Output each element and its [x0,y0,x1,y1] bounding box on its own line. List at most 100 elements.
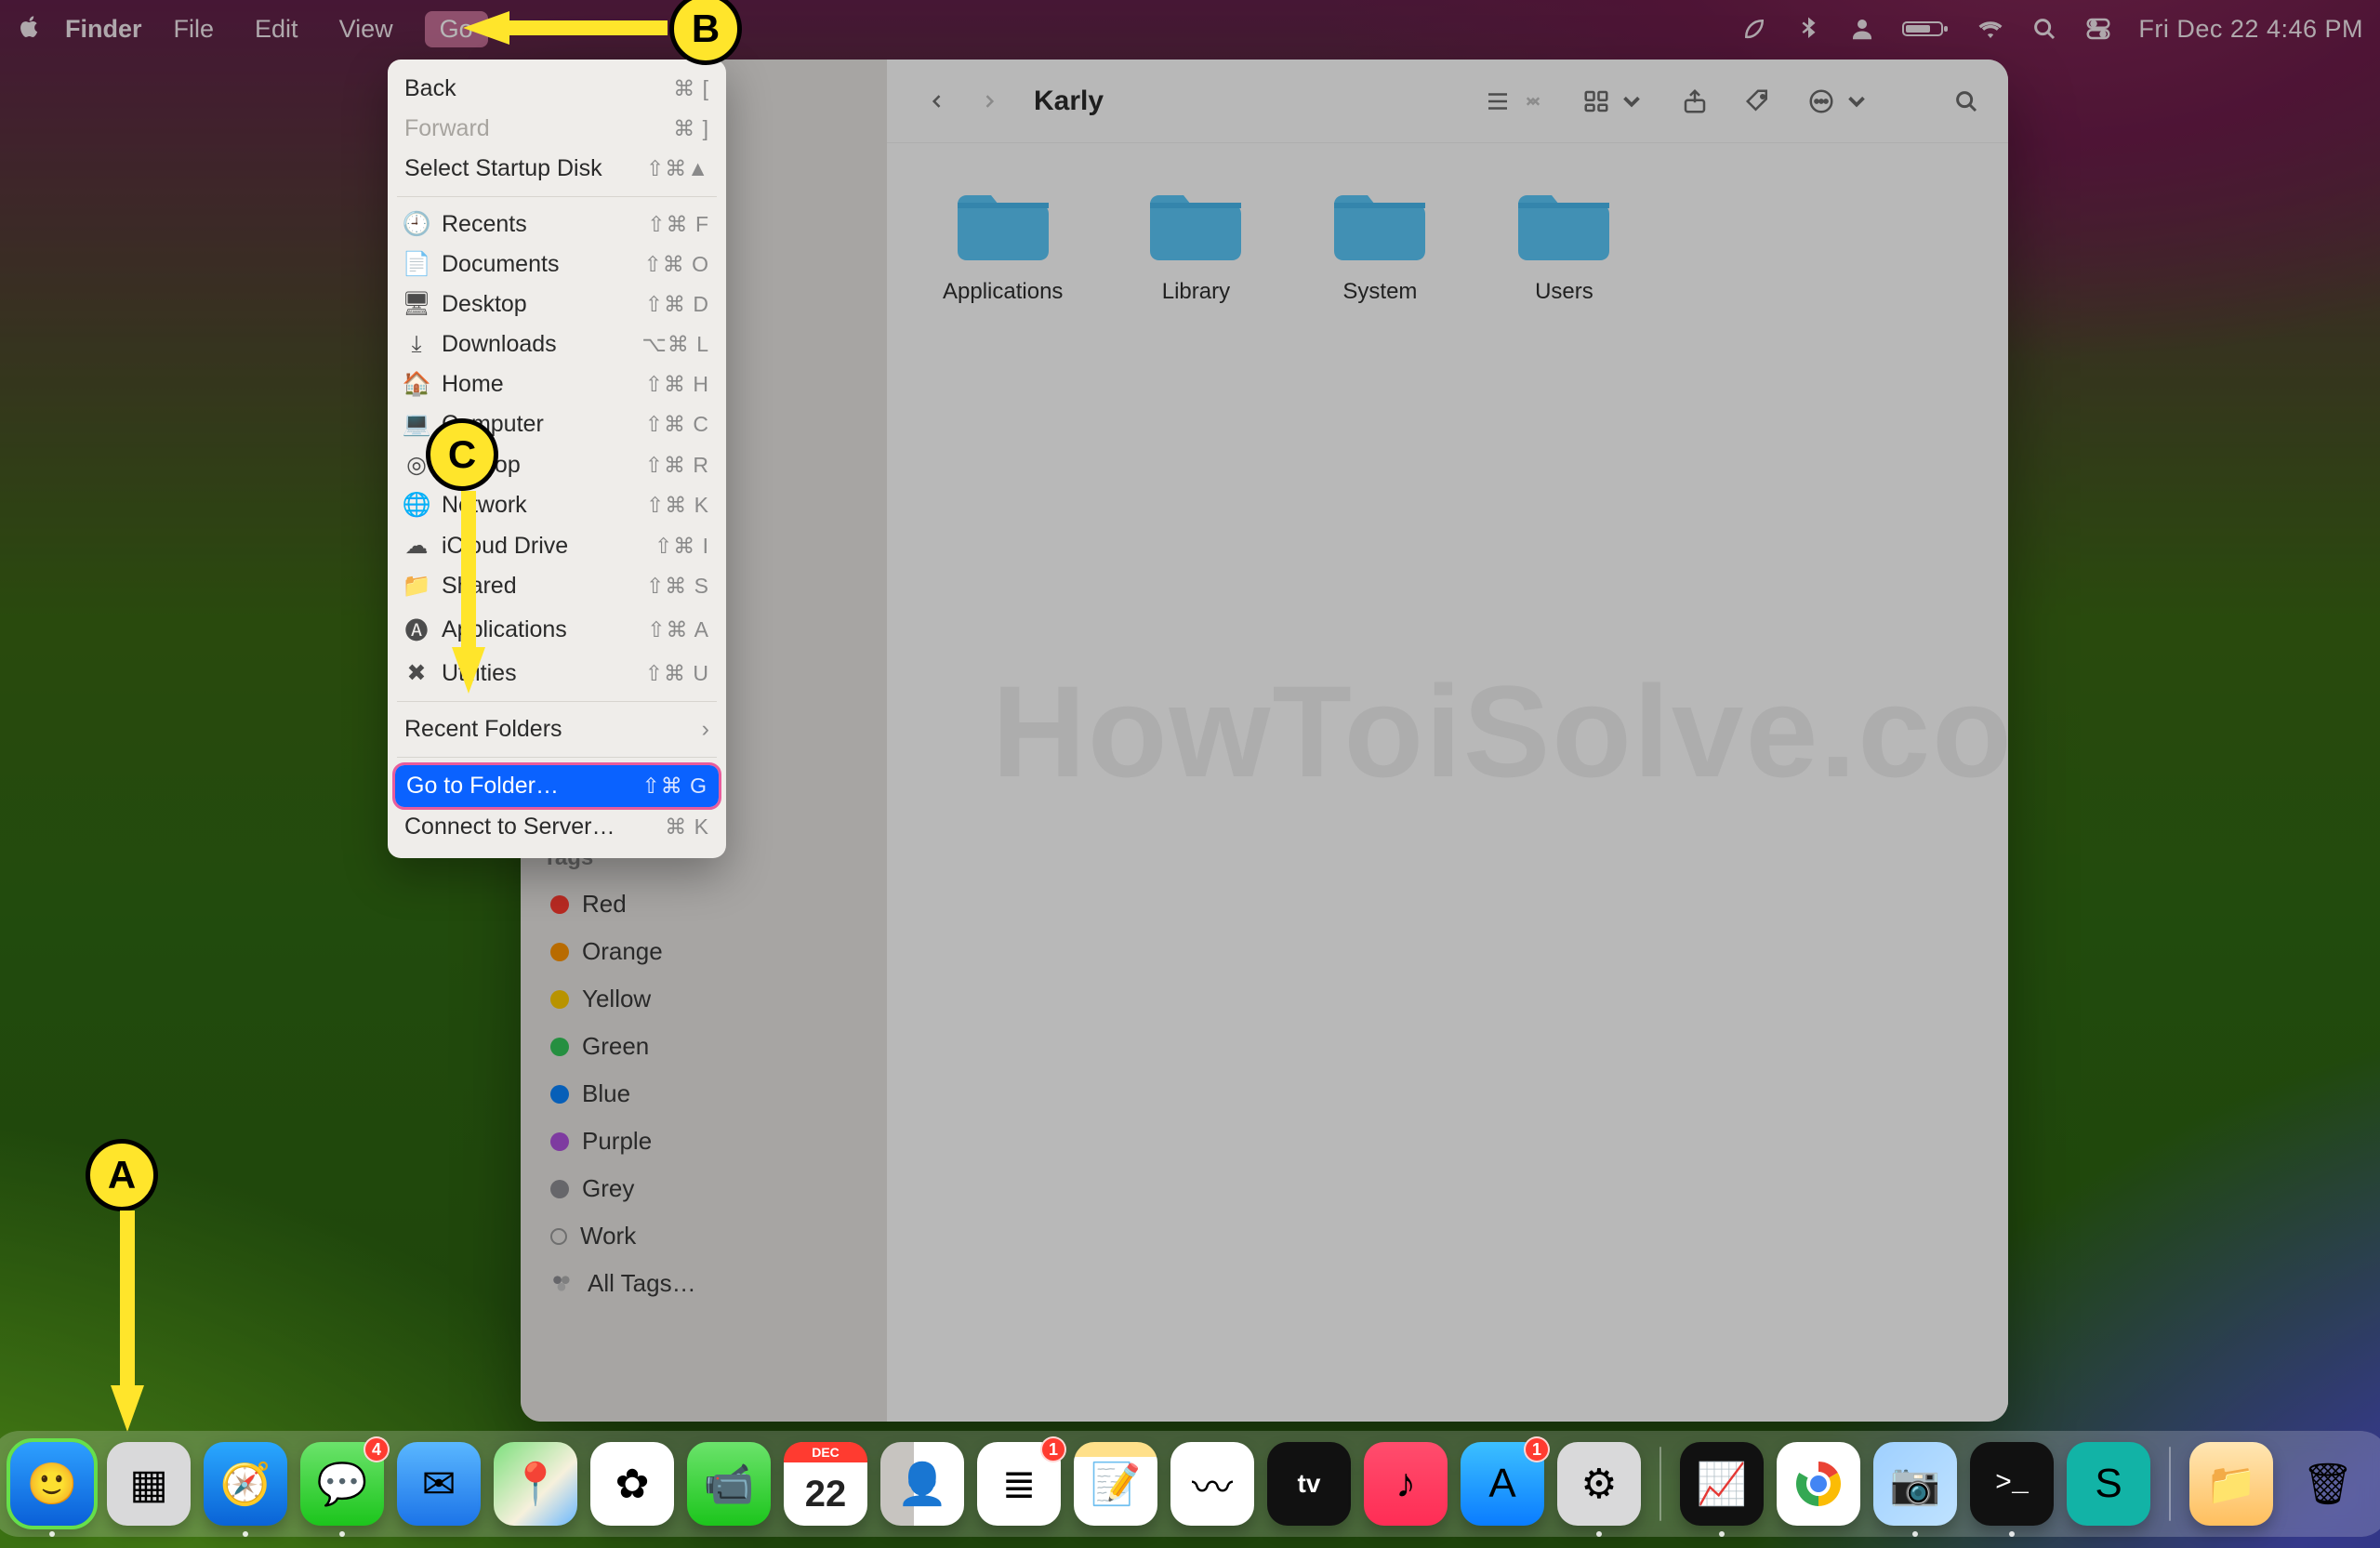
tag-label: Yellow [582,985,651,1013]
tag-work[interactable]: Work [543,1212,870,1260]
dock-app-app-store[interactable]: A1 [1461,1442,1544,1526]
menu-recents[interactable]: 🕘Recents⇧⌘ F [388,205,726,245]
tag-orange[interactable]: Orange [543,928,870,975]
dock-app-tv[interactable]: tv [1267,1442,1351,1526]
view-list-button[interactable] [1484,87,1547,115]
dock-app-trash[interactable]: 🗑 [2286,1442,2370,1526]
dock-app-terminal[interactable]: >_ [1970,1442,2054,1526]
dock-app-activity-monitor[interactable]: 📈 [1680,1442,1764,1526]
dock-app-notes[interactable]: 📝 [1074,1442,1157,1526]
tag-label: Orange [582,937,663,966]
menu-recent-folders[interactable]: Recent Folders› [388,709,726,749]
tag-green[interactable]: Green [543,1023,870,1070]
folder-icon [1329,186,1431,266]
nav-forward-button[interactable] [967,79,1012,124]
dock-app-downloads[interactable]: 📁 [2189,1442,2273,1526]
folder-label: Users [1535,279,1593,305]
menu-startup-disk[interactable]: Select Startup Disk⇧⌘▲ [388,149,726,189]
dock-app-photos[interactable]: ✿ [590,1442,674,1526]
wifi-icon[interactable] [1977,15,2004,43]
desktop-icon: 🖥 [404,291,429,318]
leaf-icon[interactable] [1740,15,1768,43]
finder-toolbar: Karly [887,60,2008,143]
apple-menu-icon[interactable] [17,14,43,45]
downloads-icon: ⤓ [404,331,429,358]
nav-back-button[interactable] [915,79,959,124]
search-button[interactable] [1952,87,1980,115]
dock-app-chrome[interactable] [1777,1442,1860,1526]
tag-yellow[interactable]: Yellow [543,975,870,1023]
dock-app-settings[interactable]: ⚙︎ [1557,1442,1641,1526]
annotation-arrow-a [105,1211,152,1434]
dock-app-mail[interactable]: ✉︎ [397,1442,481,1526]
dock-app-calendar[interactable]: DEC22 [784,1442,867,1526]
menubar-clock[interactable]: Fri Dec 22 4:46 PM [2138,15,2363,44]
tags-button[interactable] [1744,87,1772,115]
menu-documents[interactable]: 📄Documents⇧⌘ O [388,245,726,284]
menu-downloads[interactable]: ⤓Downloads⌥⌘ L [388,324,726,364]
dock-app-messages[interactable]: 💬4 [300,1442,384,1526]
dock-app-facetime[interactable]: 📹 [687,1442,771,1526]
tag-label: Purple [582,1127,652,1156]
menu-go-to-folder[interactable]: Go to Folder…⇧⌘ G [395,765,719,807]
folder-label: System [1342,279,1417,305]
dock-app-surfshark[interactable]: S [2067,1442,2150,1526]
dock: 🙂▦🧭💬4✉︎📍✿📹DEC22👤≣1📝〰︎tv♪A1⚙︎ 📈 📷>_S 📁🗑 [0,1431,2380,1537]
menu-icloud[interactable]: ☁︎iCloud Drive⇧⌘ I [388,525,726,566]
menu-desktop[interactable]: 🖥Desktop⇧⌘ D [388,284,726,324]
tag-purple[interactable]: Purple [543,1118,870,1165]
folder-applications[interactable]: Applications [943,186,1063,305]
folder-system[interactable]: System [1329,186,1431,305]
dock-divider [1659,1447,1661,1521]
group-by-button[interactable] [1582,87,1646,115]
menu-view[interactable]: View [330,11,403,47]
spotlight-icon[interactable] [2030,15,2058,43]
clock-icon: 🕘 [404,211,429,238]
tag-label: Blue [582,1079,630,1108]
annotation-arrow-c [446,491,493,695]
menu-utilities[interactable]: ✖︎Utilities⇧⌘ U [388,653,726,694]
dock-app-maps[interactable]: 📍 [494,1442,577,1526]
menu-home[interactable]: 🏠Home⇧⌘ H [388,364,726,404]
dock-app-safari[interactable]: 🧭 [204,1442,287,1526]
share-button[interactable] [1681,87,1709,115]
dock-app-screenshot[interactable]: 📷 [1873,1442,1957,1526]
menu-edit[interactable]: Edit [245,11,308,47]
menu-network[interactable]: 🌐Network⇧⌘ K [388,485,726,525]
tag-label: Red [582,890,627,919]
more-button[interactable] [1807,87,1871,115]
watermark-text: HowToiSolve.com [992,656,2008,807]
dock-app-music[interactable]: ♪ [1364,1442,1448,1526]
dock-app-freeform[interactable]: 〰︎ [1170,1442,1254,1526]
tag-red[interactable]: Red [543,880,870,928]
dock-app-reminders[interactable]: ≣1 [977,1442,1061,1526]
dock-divider [2169,1447,2171,1521]
menu-applications[interactable]: 🅐Applications⇧⌘ A [388,606,726,653]
tag-label: All Tags… [588,1269,696,1298]
menu-back[interactable]: Back⌘ [ [388,69,726,109]
utilities-icon: ✖︎ [404,659,429,687]
document-icon: 📄 [404,251,429,278]
user-icon[interactable] [1848,15,1876,43]
tag-all[interactable]: All Tags… [543,1260,870,1307]
folder-library[interactable]: Library [1144,186,1247,305]
tag-label: Green [582,1032,649,1061]
tag-blue[interactable]: Blue [543,1070,870,1118]
bluetooth-icon[interactable] [1794,15,1822,43]
folder-users[interactable]: Users [1513,186,1615,305]
dock-app-contacts[interactable]: 👤 [880,1442,964,1526]
menu-connect-server[interactable]: Connect to Server…⌘ K [388,807,726,847]
battery-icon[interactable] [1902,15,1950,43]
app-name[interactable]: Finder [65,15,142,44]
folder-icon [1513,186,1615,266]
tag-grey[interactable]: Grey [543,1165,870,1212]
shared-icon: 📁 [404,573,429,600]
dock-app-finder[interactable]: 🙂 [10,1442,94,1526]
tag-label: Work [580,1222,636,1250]
menu-shared[interactable]: 📁Shared⇧⌘ S [388,566,726,606]
menubar: Finder File Edit View Go Fri Dec 22 4:46… [0,0,2380,58]
menu-file[interactable]: File [165,11,224,47]
control-center-icon[interactable] [2084,15,2112,43]
home-icon: 🏠 [404,371,429,398]
dock-app-launchpad[interactable]: ▦ [107,1442,191,1526]
